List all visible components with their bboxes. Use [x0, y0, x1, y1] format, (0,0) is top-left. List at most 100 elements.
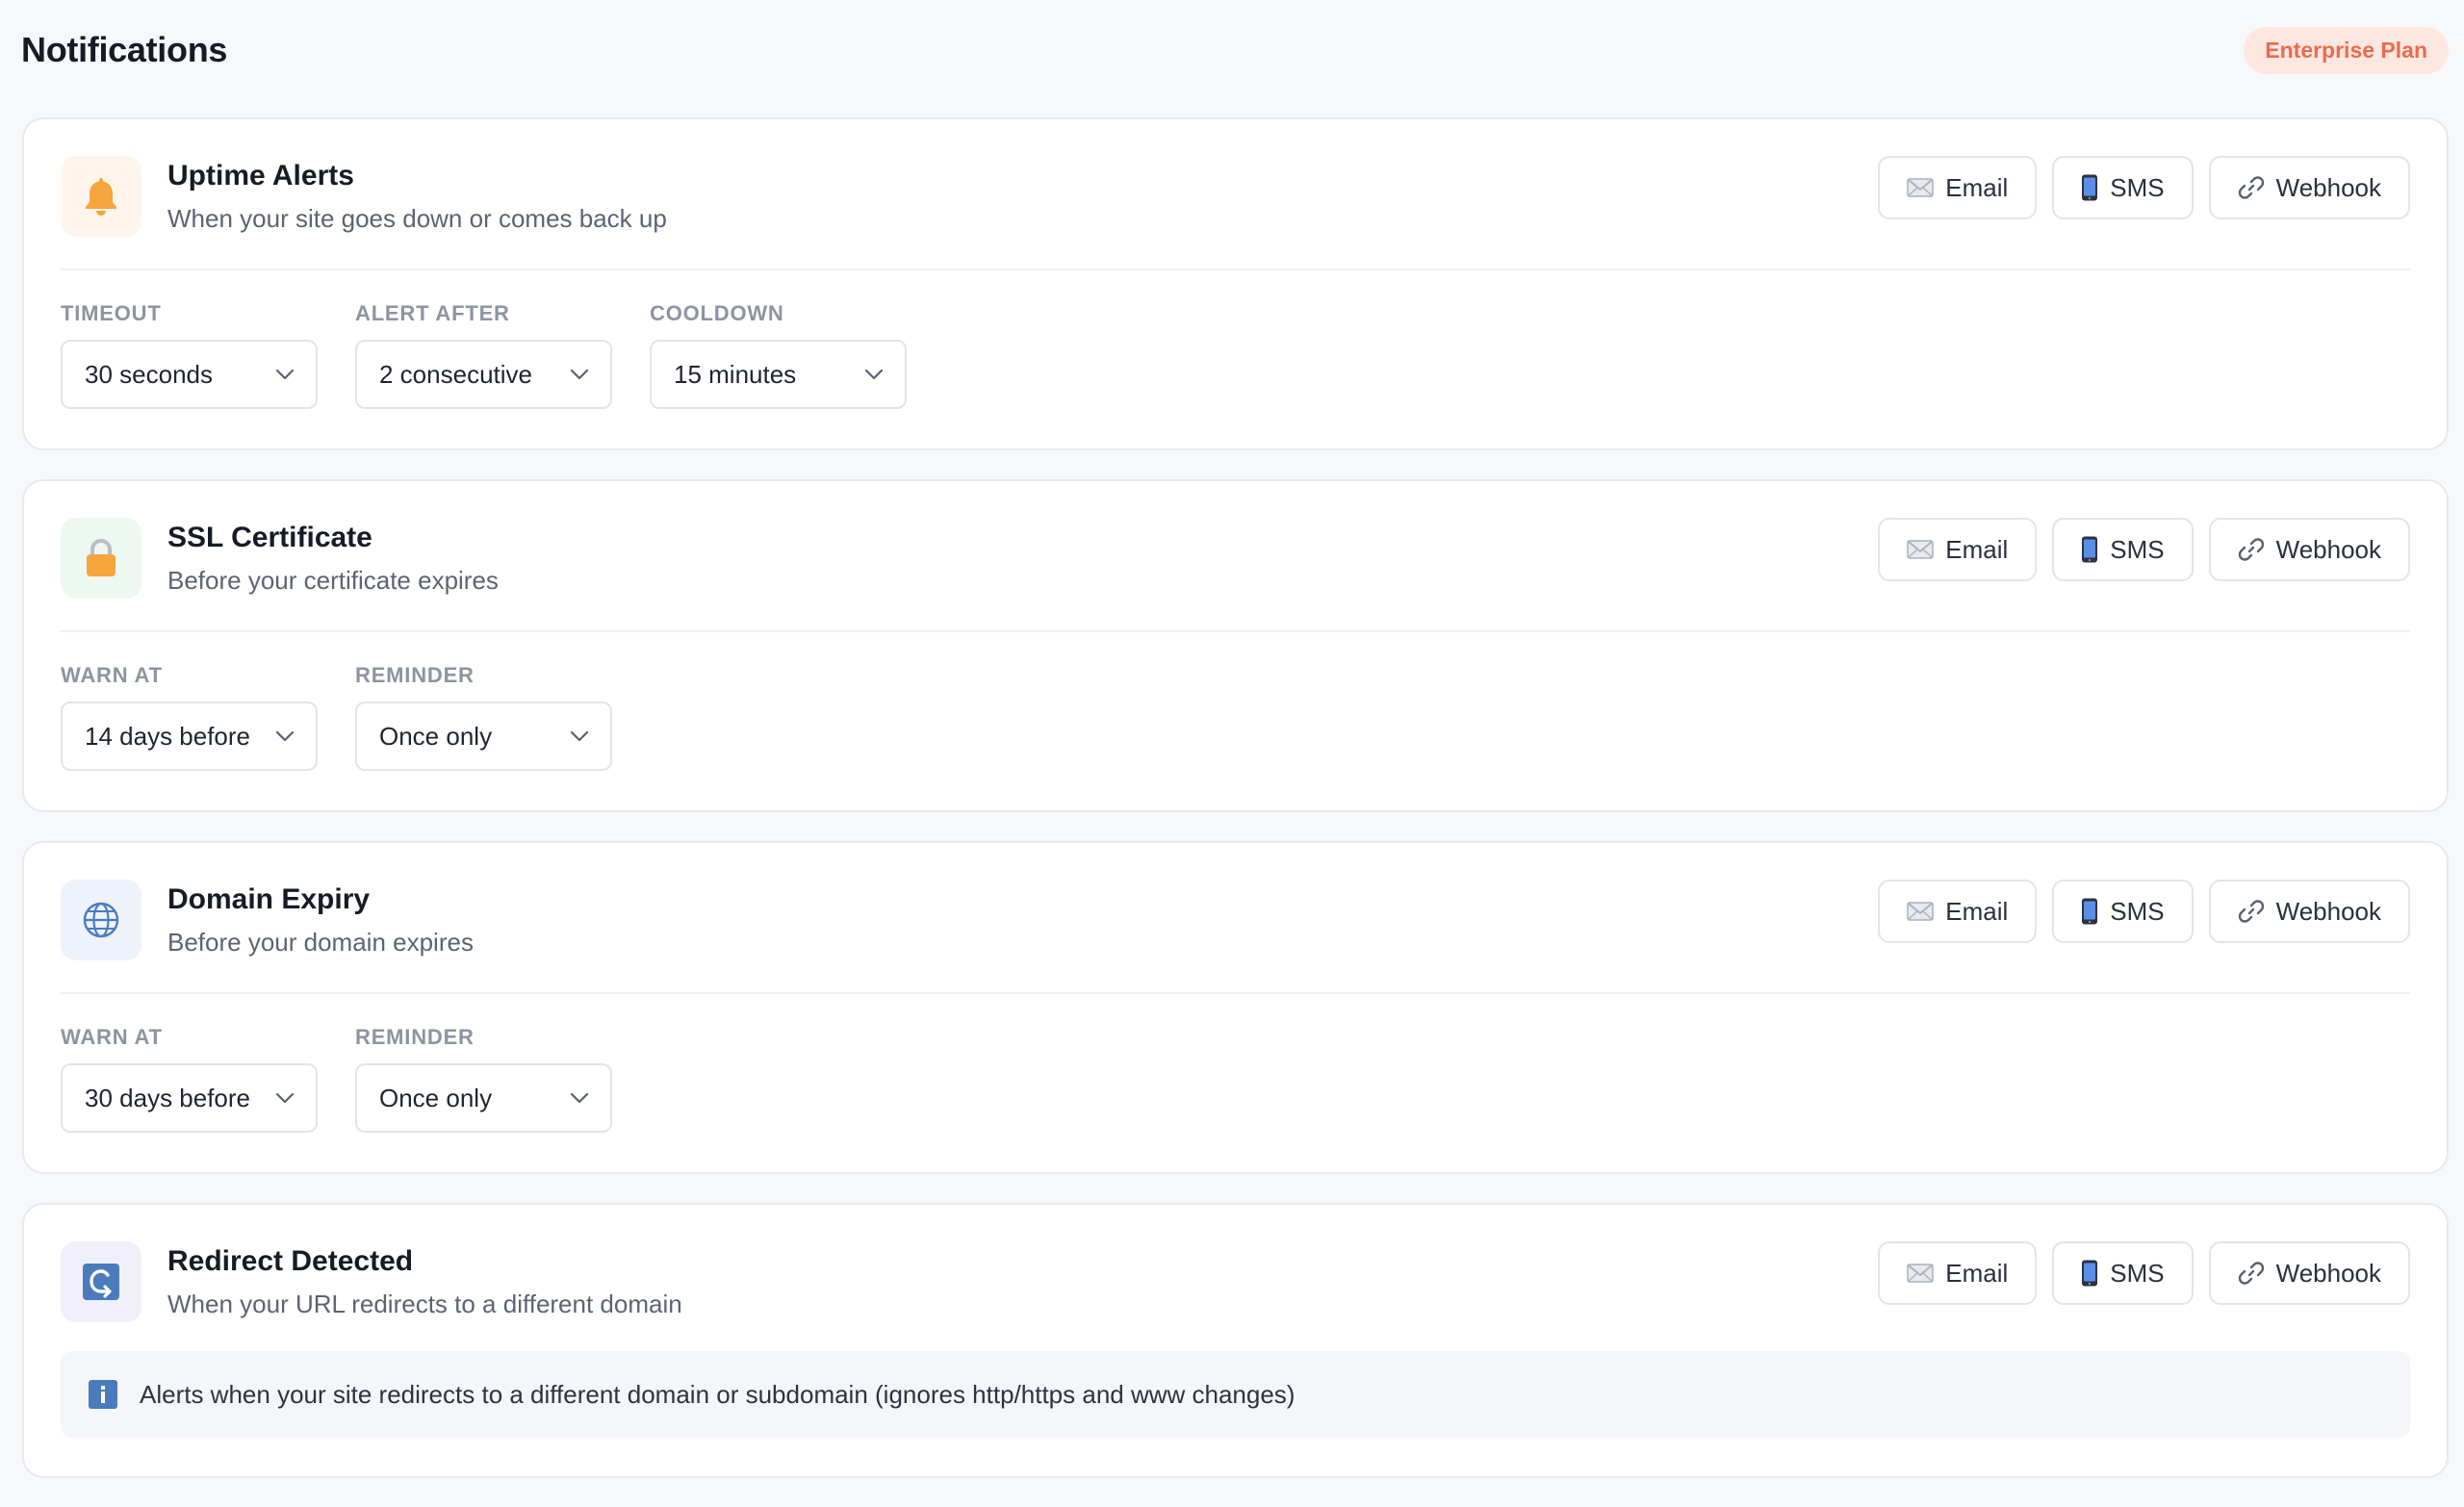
chevron-down-icon [570, 730, 589, 742]
select-value: 15 minutes [674, 359, 797, 389]
select-value: 2 consecutive [379, 359, 532, 389]
field-label: TIMEOUT [61, 301, 162, 325]
reminder-select[interactable]: Once only [355, 702, 612, 771]
card-header: SSL Certificate Before your certificate … [61, 518, 2410, 602]
info-icon [89, 1380, 117, 1409]
select-value: Once only [379, 1083, 493, 1112]
chevron-down-icon [275, 730, 295, 742]
phone-icon [2082, 1260, 2098, 1287]
sms-button[interactable]: SMS [2052, 880, 2194, 943]
warn-at-select[interactable]: 30 days before [61, 1063, 318, 1133]
email-button[interactable]: Email [1878, 880, 2038, 943]
chevron-down-icon [275, 1092, 295, 1104]
link-icon [2238, 538, 2264, 561]
card-header: Uptime Alerts When your site goes down o… [61, 156, 2410, 241]
reminder-field: REMINDER Once only [355, 1025, 612, 1133]
card-title: SSL Certificate [167, 522, 372, 553]
redirect-detected-card: Redirect Detected When your URL redirect… [22, 1203, 2449, 1478]
divider [61, 992, 2410, 994]
field-label: COOLDOWN [650, 301, 784, 325]
select-value: 30 seconds [85, 359, 213, 389]
webhook-label: Webhook [2275, 896, 2381, 926]
select-value: 14 days before [85, 721, 251, 751]
globe-icon [61, 880, 141, 960]
channel-buttons: Email SMS Webhook [1878, 880, 2410, 943]
webhook-button[interactable]: Webhook [2208, 1241, 2410, 1305]
email-label: Email [1945, 896, 2009, 926]
card-header: Redirect Detected When your URL redirect… [61, 1241, 2410, 1326]
card-description: When your site goes down or comes back u… [167, 204, 667, 233]
reminder-select[interactable]: Once only [355, 1063, 612, 1133]
phone-icon [2082, 174, 2098, 201]
channel-buttons: Email SMS Webhook [1878, 518, 2410, 581]
webhook-label: Webhook [2275, 1258, 2381, 1288]
card-header: Domain Expiry Before your domain expires… [61, 880, 2410, 964]
field-label: ALERT AFTER [355, 301, 510, 325]
card-description: When your URL redirects to a different d… [167, 1290, 682, 1318]
bell-icon [61, 156, 141, 237]
warn-at-field: WARN AT 14 days before [61, 663, 318, 771]
field-label: REMINDER [355, 1025, 475, 1049]
phone-icon [2082, 898, 2098, 925]
envelope-icon [1907, 178, 1935, 197]
webhook-button[interactable]: Webhook [2208, 880, 2410, 943]
phone-icon [2082, 536, 2098, 563]
sms-label: SMS [2110, 896, 2165, 926]
webhook-button[interactable]: Webhook [2208, 156, 2410, 219]
email-button[interactable]: Email [1878, 518, 2038, 581]
domain-expiry-card: Domain Expiry Before your domain expires… [22, 841, 2449, 1174]
page-title: Notifications [21, 30, 228, 69]
link-icon [2238, 900, 2264, 923]
warn-at-select[interactable]: 14 days before [61, 702, 318, 771]
uptime-alerts-card: Uptime Alerts When your site goes down o… [22, 117, 2449, 450]
divider [61, 268, 2410, 270]
field-label: REMINDER [355, 663, 475, 687]
info-box: Alerts when your site redirects to a dif… [61, 1351, 2410, 1438]
redirect-icon [61, 1241, 141, 1322]
timeout-field: TIMEOUT 30 seconds [61, 301, 318, 409]
sms-button[interactable]: SMS [2052, 1241, 2194, 1305]
email-button[interactable]: Email [1878, 1241, 2038, 1305]
timeout-select[interactable]: 30 seconds [61, 340, 318, 409]
chevron-down-icon [864, 369, 884, 380]
webhook-label: Webhook [2275, 534, 2381, 564]
email-label: Email [1945, 172, 2009, 202]
channel-buttons: Email SMS Webhook [1878, 156, 2410, 219]
chevron-down-icon [570, 369, 589, 380]
alert-after-field: ALERT AFTER 2 consecutive [355, 301, 612, 409]
reminder-field: REMINDER Once only [355, 663, 612, 771]
sms-button[interactable]: SMS [2052, 518, 2194, 581]
webhook-label: Webhook [2275, 172, 2381, 202]
chevron-down-icon [570, 1092, 589, 1104]
envelope-icon [1907, 540, 1935, 559]
divider [61, 630, 2410, 632]
chevron-down-icon [275, 369, 295, 380]
email-label: Email [1945, 534, 2009, 564]
field-label: WARN AT [61, 663, 163, 687]
cooldown-field: COOLDOWN 15 minutes [650, 301, 907, 409]
notifications-page: Notifications Enterprise Plan Uptime Ale… [0, 0, 2464, 1507]
envelope-icon [1907, 1264, 1935, 1283]
link-icon [2238, 176, 2264, 199]
alert-after-select[interactable]: 2 consecutive [355, 340, 612, 409]
cooldown-select[interactable]: 15 minutes [650, 340, 907, 409]
lock-icon [61, 518, 141, 599]
select-value: Once only [379, 721, 493, 751]
info-text: Alerts when your site redirects to a dif… [140, 1379, 1296, 1409]
field-label: WARN AT [61, 1025, 163, 1049]
warn-at-field: WARN AT 30 days before [61, 1025, 318, 1133]
plan-badge: Enterprise Plan [2244, 26, 2449, 74]
card-description: Before your certificate expires [167, 566, 499, 595]
card-title: Domain Expiry [167, 883, 371, 915]
sms-label: SMS [2110, 534, 2165, 564]
ssl-certificate-card: SSL Certificate Before your certificate … [22, 479, 2449, 812]
sms-button[interactable]: SMS [2052, 156, 2194, 219]
sms-label: SMS [2110, 172, 2165, 202]
sms-label: SMS [2110, 1258, 2165, 1288]
card-title: Redirect Detected [167, 1245, 414, 1277]
email-label: Email [1945, 1258, 2009, 1288]
email-button[interactable]: Email [1878, 156, 2038, 219]
channel-buttons: Email SMS Webhook [1878, 1241, 2410, 1305]
envelope-icon [1907, 902, 1935, 921]
webhook-button[interactable]: Webhook [2208, 518, 2410, 581]
